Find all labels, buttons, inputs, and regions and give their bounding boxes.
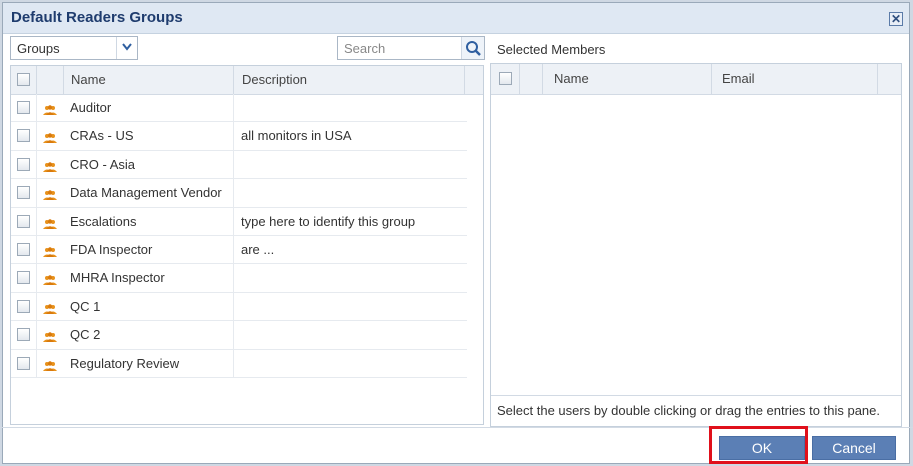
row-name: QC 2 [70,327,101,343]
group-icon [43,358,57,371]
table-row[interactable]: CRO - Asia [11,150,467,180]
row-divider [36,349,37,377]
row-divider [233,321,234,349]
group-icon [43,159,57,172]
row-divider [36,122,37,150]
row-checkbox[interactable] [17,129,30,143]
row-checkbox[interactable] [17,101,30,114]
row-name: MHRA Inspector [70,270,165,286]
row-divider [36,150,37,179]
cancel-button[interactable]: Cancel [812,436,896,460]
table-row[interactable]: Escalations type here to identify this gr… [11,207,467,236]
row-name: Escalations [70,213,137,229]
select-all-members-checkbox[interactable] [499,72,512,85]
table-row[interactable]: Auditor [11,94,467,123]
row-name: Regulatory Review [70,355,180,371]
row-name: Auditor [70,100,112,115]
row-description: all monitors in USA [241,128,352,144]
search-box[interactable]: Search [337,36,485,60]
groups-grid-header: Name Description [11,66,483,95]
drop-hint: Select the users by double clicking or d… [491,395,901,426]
row-divider [36,264,37,292]
dropdown-value: Groups [17,41,60,56]
row-checkbox[interactable] [17,328,30,342]
table-row[interactable]: QC 2 [11,321,467,350]
row-divider [36,94,37,122]
groups-grid: Name Description Auditor CRAs - US all mon… [10,65,484,425]
row-divider [36,292,37,321]
selected-members-header: Name Email [491,64,901,95]
row-checkbox[interactable] [17,356,30,370]
chevron-down-icon[interactable] [116,37,137,59]
row-name: Data Management Vendor [70,185,222,201]
row-name: CRO - Asia [70,156,136,172]
drop-hint-text: Select the users by double clicking or d… [497,403,880,418]
dialog-titlebar: Default Readers Groups ✕ [3,3,909,34]
row-divider [36,235,37,264]
dialog-title: Default Readers Groups [11,9,183,26]
row-divider [233,235,234,264]
header-divider [63,66,64,94]
row-divider [233,179,234,207]
group-icon [43,102,57,115]
row-checkbox[interactable] [17,299,30,313]
ok-highlight-box [709,426,808,464]
header-divider [542,64,543,94]
header-divider [36,66,37,94]
header-divider [464,66,465,94]
table-row[interactable]: Regulatory Review [11,349,467,378]
row-checkbox[interactable] [17,186,30,200]
select-all-checkbox[interactable] [17,73,30,86]
group-icon [43,244,57,257]
row-divider [36,321,37,349]
table-row[interactable]: FDA Inspector are ... [11,235,467,265]
group-type-dropdown[interactable]: Groups [10,36,138,60]
group-icon [43,216,57,229]
table-row[interactable]: QC 1 [11,292,467,322]
row-checkbox[interactable] [17,214,30,228]
groups-grid-rows: Auditor CRAs - US all monitors in USA CRO -… [11,94,467,378]
header-divider [233,66,234,94]
table-row[interactable]: CRAs - US all monitors in USA [11,122,467,151]
header-divider [711,64,712,94]
column-header-member-name[interactable]: Name [554,64,589,94]
header-divider [877,64,878,94]
row-divider [233,292,234,321]
header-divider [519,64,520,94]
table-row[interactable]: MHRA Inspector [11,264,467,293]
selected-members-grid[interactable]: Name Email Select the users by double cl… [490,63,902,427]
row-divider [233,94,234,122]
group-icon [43,301,57,314]
row-divider [233,349,234,377]
row-checkbox[interactable] [17,271,30,285]
group-icon [43,272,57,286]
row-checkbox[interactable] [17,157,30,171]
column-header-email[interactable]: Email [722,64,755,94]
group-icon [43,329,57,343]
selected-members-label: Selected Members [497,42,606,57]
row-description: are ... [241,241,275,257]
search-input[interactable]: Search [344,41,385,56]
row-divider [233,207,234,235]
row-checkbox[interactable] [17,242,30,256]
row-divider [233,122,234,150]
table-row[interactable]: Data Management Vendor [11,179,467,208]
search-icon[interactable] [461,37,484,59]
group-icon [43,130,57,144]
close-icon[interactable]: ✕ [889,12,903,26]
row-name: CRAs - US [70,128,134,144]
row-divider [233,150,234,179]
column-header-description[interactable]: Description [242,66,307,94]
group-icon [43,187,57,201]
row-divider [36,207,37,235]
row-divider [233,264,234,292]
row-description: type here to identify this group [241,213,416,229]
row-name: FDA Inspector [70,241,153,257]
row-name: QC 1 [70,298,101,314]
column-header-name[interactable]: Name [71,66,106,94]
row-divider [36,179,37,207]
